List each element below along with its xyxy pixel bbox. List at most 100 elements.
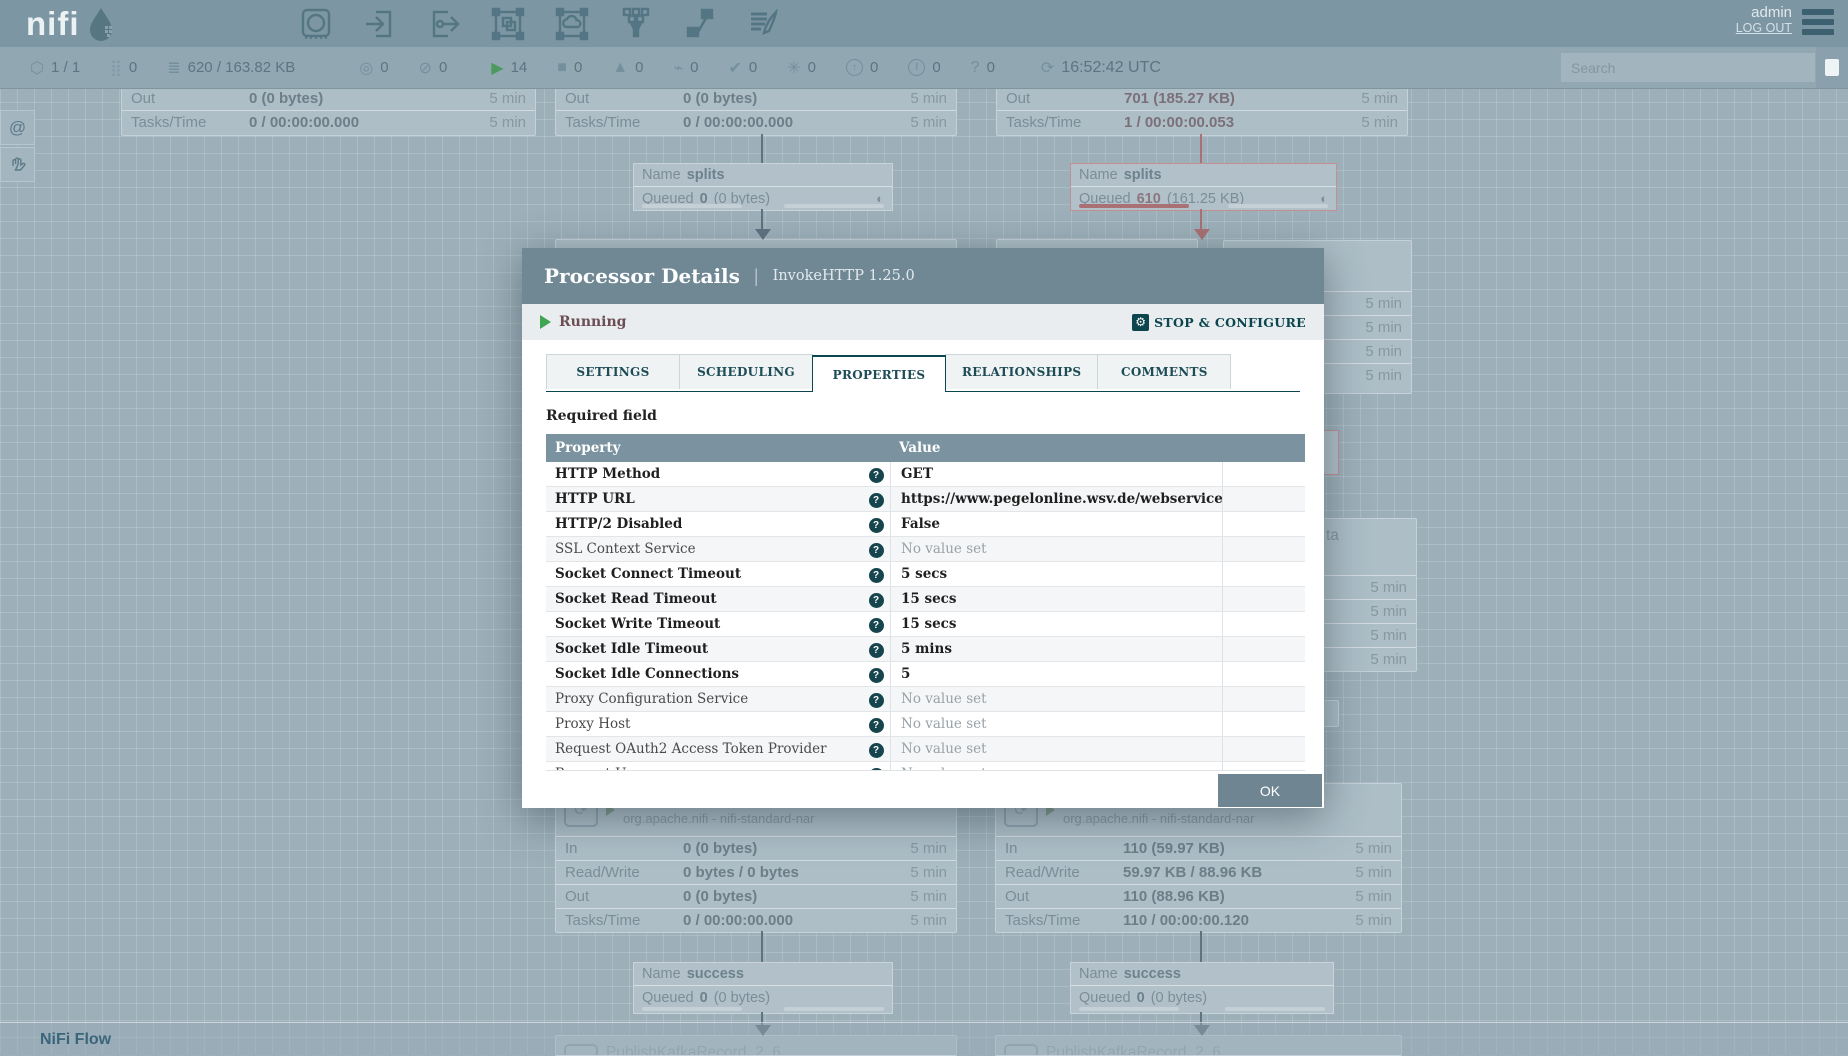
processor-bundle: org.apache.nifi - nifi-standard-nar	[623, 811, 815, 826]
connection-queued: Queued0(0 bytes)	[1071, 985, 1333, 1009]
property-value[interactable]: 5 mins	[890, 637, 1222, 661]
help-status: ?0	[971, 59, 995, 77]
help-icon[interactable]: ?	[869, 693, 884, 708]
property-row[interactable]: Socket Connect Timeout? 5 secs	[546, 562, 1305, 587]
property-help-cell: ?	[862, 741, 890, 758]
property-help-cell: ?	[862, 491, 890, 508]
property-value[interactable]: 15 secs	[890, 587, 1222, 611]
property-row[interactable]: Socket Idle Timeout?5 mins	[546, 637, 1305, 662]
help-icon[interactable]: ?	[869, 643, 884, 658]
processor-top-right[interactable]: Out701 (185.27 KB)5 min Tasks/Time1 / 00…	[996, 86, 1408, 136]
ok-button[interactable]: OK	[1218, 774, 1322, 807]
processor-top-mid[interactable]: Out0 (0 bytes)5 min Tasks/Time0 / 00:00:…	[555, 86, 957, 136]
property-value[interactable]: No value set	[890, 762, 1222, 771]
property-name: Socket Idle Connections	[546, 666, 862, 682]
refresh-icon[interactable]: ⟳	[1041, 58, 1054, 78]
funnel-icon[interactable]	[616, 4, 656, 44]
property-value[interactable]: No value set	[890, 687, 1222, 711]
help-icon[interactable]: ?	[869, 593, 884, 608]
tab-properties[interactable]: PROPERTIES	[812, 355, 946, 392]
search-input[interactable]	[1561, 53, 1815, 82]
queue-bytes-bar	[1225, 1007, 1325, 1011]
help-icon[interactable]: ?	[869, 568, 884, 583]
property-help-cell: ?	[862, 616, 890, 633]
processor-component-icon[interactable]	[296, 4, 336, 44]
property-extra-cell	[1222, 712, 1305, 736]
label-icon[interactable]	[744, 4, 784, 44]
title-separator: |	[754, 266, 759, 287]
property-value[interactable]: False	[890, 512, 1222, 536]
up-to-date-status: ✔0	[728, 58, 757, 78]
dialog-status-row: Running ⚙ STOP & CONFIGURE	[522, 304, 1324, 340]
property-extra-cell	[1222, 562, 1305, 586]
property-row[interactable]: Request OAuth2 Access Token Provider?No …	[546, 737, 1305, 762]
output-port-icon[interactable]	[424, 4, 464, 44]
property-row[interactable]: HTTP Method?GET	[546, 462, 1305, 487]
property-value[interactable]: https://www.pegelonline.wsv.de/webservic…	[890, 487, 1222, 511]
help-icon[interactable]: ?	[869, 718, 884, 733]
property-value[interactable]: No value set	[890, 737, 1222, 761]
tab-settings[interactable]: SETTINGS	[546, 354, 680, 389]
property-name: Socket Read Timeout	[546, 591, 862, 607]
connection-name: Namesplits	[634, 164, 892, 186]
property-name: Socket Connect Timeout	[546, 566, 862, 582]
connection-label-splits-left[interactable]: Namesplits Queued0(0 bytes)◐	[633, 163, 893, 211]
help-icon[interactable]: ?	[869, 543, 884, 558]
stat-row: Out0 (0 bytes)5 min	[556, 87, 956, 110]
property-row[interactable]: Proxy Host?No value set	[546, 712, 1305, 737]
property-row[interactable]: HTTP/2 Disabled?False	[546, 512, 1305, 537]
help-icon[interactable]: ?	[869, 493, 884, 508]
not-transmitting-status: ⊘0	[419, 58, 448, 78]
property-row[interactable]: HTTP URL?https://www.pegelonline.wsv.de/…	[546, 487, 1305, 512]
help-icon[interactable]: ?	[869, 743, 884, 758]
help-icon[interactable]: ?	[869, 468, 884, 483]
template-icon[interactable]	[680, 4, 720, 44]
breadcrumb-bar	[0, 1022, 1848, 1055]
property-help-cell: ?	[862, 666, 890, 683]
help-icon[interactable]: ?	[869, 518, 884, 533]
connection-label-success-left[interactable]: Namesuccess Queued0(0 bytes)	[633, 962, 893, 1014]
property-value[interactable]: 5 secs	[890, 562, 1222, 586]
column-header-value: Value	[890, 440, 1305, 456]
search-scope-button[interactable]	[1816, 47, 1848, 88]
property-row[interactable]: Socket Read Timeout? 15 secs	[546, 587, 1305, 612]
property-value[interactable]: No value set	[890, 537, 1222, 561]
property-row[interactable]: Proxy Configuration Service?No value set	[546, 687, 1305, 712]
transmitting-status: ◎0	[359, 58, 388, 78]
remote-process-group-icon[interactable]	[552, 4, 592, 44]
property-row[interactable]: Socket Write Timeout?15 secs	[546, 612, 1305, 637]
tab-scheduling[interactable]: SCHEDULING	[679, 354, 813, 389]
stat-row: In110 (59.97 KB)5 min	[996, 836, 1401, 860]
logout-link[interactable]: LOG OUT	[1736, 21, 1792, 35]
property-row[interactable]: SSL Context Service?No value set	[546, 537, 1305, 562]
tab-comments[interactable]: COMMENTS	[1097, 354, 1231, 389]
connection-label-splits-right[interactable]: Namesplits Queued610(161.25 KB)◐	[1070, 163, 1337, 211]
property-row[interactable]: Socket Idle Connections? 5	[546, 662, 1305, 687]
property-value[interactable]: 5	[890, 662, 1222, 686]
operate-palette-button[interactable]	[0, 147, 35, 182]
input-port-icon[interactable]	[360, 4, 400, 44]
question-icon: ?	[971, 59, 980, 77]
help-icon[interactable]: ?	[869, 668, 884, 683]
property-extra-cell	[1222, 662, 1305, 686]
property-help-cell: ?	[862, 716, 890, 733]
breadcrumb[interactable]: NiFi Flow	[40, 1031, 111, 1049]
property-row[interactable]: Request Username?No value set	[546, 762, 1305, 771]
stop-and-configure-button[interactable]: ⚙ STOP & CONFIGURE	[1132, 314, 1306, 331]
global-menu-button[interactable]	[1802, 9, 1834, 37]
processor-top-left[interactable]: Out0 (0 bytes)5 min Tasks/Time0 / 00:00:…	[121, 86, 536, 136]
tab-relationships[interactable]: RELATIONSHIPS	[945, 354, 1098, 389]
property-value[interactable]: 15 secs	[890, 612, 1222, 636]
property-value[interactable]: GET	[890, 462, 1222, 486]
process-group-icon[interactable]	[488, 4, 528, 44]
disabled-status: ⌁0	[673, 58, 698, 78]
help-icon[interactable]: ?	[869, 768, 884, 772]
help-icon[interactable]: ?	[869, 618, 884, 633]
stat-row: Out0 (0 bytes)5 min	[556, 884, 956, 908]
user-area: admin LOG OUT	[1736, 4, 1792, 35]
property-value[interactable]: No value set	[890, 712, 1222, 736]
navigate-palette-button[interactable]: @	[0, 110, 35, 145]
connection-label-success-right[interactable]: Namesuccess Queued0(0 bytes)	[1070, 962, 1334, 1014]
dialog-body: SETTINGS SCHEDULING PROPERTIES RELATIONS…	[522, 340, 1324, 808]
properties-table-rows: HTTP Method?GETHTTP URL?https://www.pege…	[546, 462, 1305, 771]
